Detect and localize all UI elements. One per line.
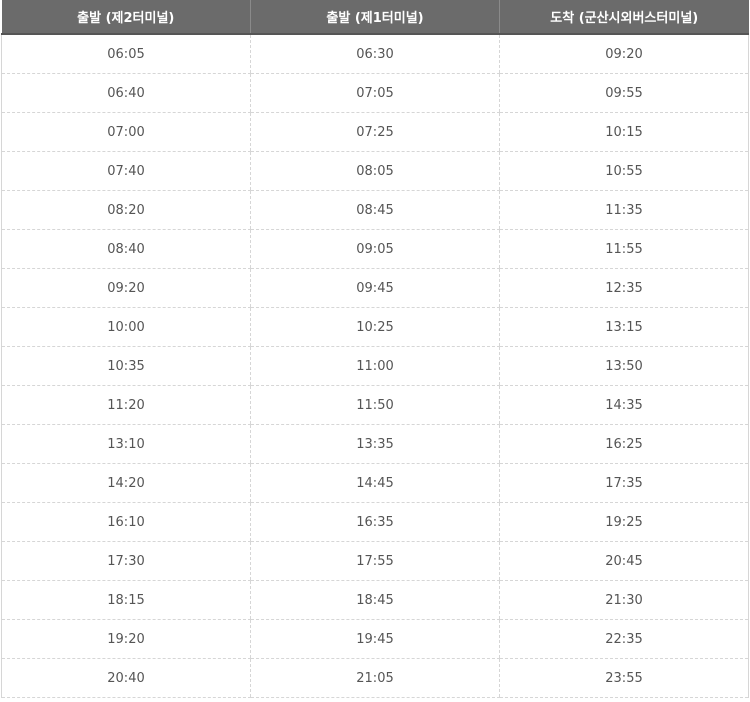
table-row: 07:00 07:25 10:15	[1, 112, 749, 152]
table-row: 13:10 13:35 16:25	[1, 424, 749, 464]
arrival-gunsan-time: 10:55	[499, 151, 749, 191]
departure-terminal-1-time: 18:45	[250, 580, 500, 620]
departure-terminal-1-time: 08:45	[250, 190, 500, 230]
arrival-gunsan-time: 09:55	[499, 73, 749, 113]
table-row: 14:20 14:45 17:35	[1, 463, 749, 503]
departure-terminal-2-time: 20:40	[1, 658, 251, 698]
departure-terminal-1-time: 10:25	[250, 307, 500, 347]
departure-terminal-2-time: 17:30	[1, 541, 251, 581]
departure-terminal-1-time: 08:05	[250, 151, 500, 191]
arrival-gunsan-time: 20:45	[499, 541, 749, 581]
departure-terminal-2-time: 19:20	[1, 619, 251, 659]
departure-terminal-1-time: 13:35	[250, 424, 500, 464]
departure-terminal-1-time: 09:05	[250, 229, 500, 269]
header-departure-terminal-1: 출발 (제1터미널)	[250, 0, 500, 35]
table-row: 06:05 06:30 09:20	[1, 34, 749, 74]
header-departure-terminal-2: 출발 (제2터미널)	[1, 0, 251, 35]
departure-terminal-2-time: 18:15	[1, 580, 251, 620]
departure-terminal-1-time: 19:45	[250, 619, 500, 659]
departure-terminal-1-time: 14:45	[250, 463, 500, 503]
table-row: 16:10 16:35 19:25	[1, 502, 749, 542]
departure-terminal-2-time: 09:20	[1, 268, 251, 308]
table-row: 20:40 21:05 23:55	[1, 658, 749, 698]
departure-terminal-1-time: 11:50	[250, 385, 500, 425]
arrival-gunsan-time: 14:35	[499, 385, 749, 425]
bus-timetable: 출발 (제2터미널) 출발 (제1터미널) 도착 (군산시외버스터미널) 06:…	[1, 0, 749, 698]
table-row: 18:15 18:45 21:30	[1, 580, 749, 620]
departure-terminal-2-time: 11:20	[1, 385, 251, 425]
departure-terminal-2-time: 13:10	[1, 424, 251, 464]
table-row: 09:20 09:45 12:35	[1, 268, 749, 308]
departure-terminal-2-time: 14:20	[1, 463, 251, 503]
table-row: 19:20 19:45 22:35	[1, 619, 749, 659]
arrival-gunsan-time: 21:30	[499, 580, 749, 620]
departure-terminal-2-time: 07:40	[1, 151, 251, 191]
departure-terminal-1-time: 17:55	[250, 541, 500, 581]
departure-terminal-2-time: 07:00	[1, 112, 251, 152]
arrival-gunsan-time: 09:20	[499, 34, 749, 74]
header-arrival-gunsan: 도착 (군산시외버스터미널)	[499, 0, 749, 35]
departure-terminal-2-time: 10:35	[1, 346, 251, 386]
arrival-gunsan-time: 13:50	[499, 346, 749, 386]
departure-terminal-2-time: 08:40	[1, 229, 251, 269]
table-row: 10:00 10:25 13:15	[1, 307, 749, 347]
arrival-gunsan-time: 22:35	[499, 619, 749, 659]
departure-terminal-1-time: 06:30	[250, 34, 500, 74]
table-row: 07:40 08:05 10:55	[1, 151, 749, 191]
table-row: 11:20 11:50 14:35	[1, 385, 749, 425]
table-row: 06:40 07:05 09:55	[1, 73, 749, 113]
timetable-body: 06:05 06:30 09:20 06:40 07:05 09:55 07:00 07:25…	[1, 34, 749, 698]
arrival-gunsan-time: 10:15	[499, 112, 749, 152]
arrival-gunsan-time: 11:55	[499, 229, 749, 269]
departure-terminal-2-time: 10:00	[1, 307, 251, 347]
table-row: 08:40 09:05 11:55	[1, 229, 749, 269]
departure-terminal-1-time: 09:45	[250, 268, 500, 308]
table-row: 10:35 11:00 13:50	[1, 346, 749, 386]
table-row: 17:30 17:55 20:45	[1, 541, 749, 581]
departure-terminal-2-time: 16:10	[1, 502, 251, 542]
departure-terminal-1-time: 11:00	[250, 346, 500, 386]
arrival-gunsan-time: 17:35	[499, 463, 749, 503]
departure-terminal-2-time: 06:40	[1, 73, 251, 113]
departure-terminal-1-time: 07:05	[250, 73, 500, 113]
arrival-gunsan-time: 23:55	[499, 658, 749, 698]
timetable-header: 출발 (제2터미널) 출발 (제1터미널) 도착 (군산시외버스터미널)	[1, 0, 749, 35]
arrival-gunsan-time: 11:35	[499, 190, 749, 230]
arrival-gunsan-time: 16:25	[499, 424, 749, 464]
departure-terminal-2-time: 06:05	[1, 34, 251, 74]
departure-terminal-1-time: 07:25	[250, 112, 500, 152]
arrival-gunsan-time: 13:15	[499, 307, 749, 347]
arrival-gunsan-time: 12:35	[499, 268, 749, 308]
header-row: 출발 (제2터미널) 출발 (제1터미널) 도착 (군산시외버스터미널)	[1, 0, 749, 35]
departure-terminal-1-time: 21:05	[250, 658, 500, 698]
table-row: 08:20 08:45 11:35	[1, 190, 749, 230]
arrival-gunsan-time: 19:25	[499, 502, 749, 542]
departure-terminal-1-time: 16:35	[250, 502, 500, 542]
departure-terminal-2-time: 08:20	[1, 190, 251, 230]
